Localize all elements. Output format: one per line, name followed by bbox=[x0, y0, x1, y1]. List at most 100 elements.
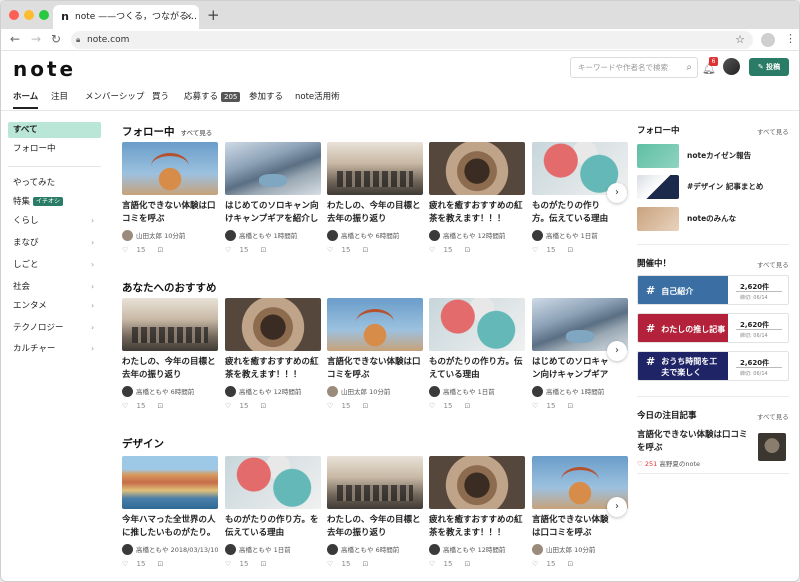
like-button[interactable]: ♡ 15 bbox=[122, 560, 151, 568]
like-button[interactable]: ♡ 15 bbox=[532, 560, 561, 568]
see-all-link[interactable]: すべて見る bbox=[181, 129, 213, 137]
bookmark-icon[interactable]: ⊡ bbox=[567, 246, 573, 254]
article-title[interactable]: 言語化できない体験は口コミを呼ぶ bbox=[327, 356, 423, 382]
bookmark-icon[interactable]: ⊡ bbox=[567, 402, 573, 410]
like-button[interactable]: ♡ 15 bbox=[532, 402, 561, 410]
article-thumbnail[interactable] bbox=[225, 456, 321, 509]
bookmark-icon[interactable]: ⊡ bbox=[260, 246, 266, 254]
note-logo[interactable]: note bbox=[13, 57, 76, 81]
article-card[interactable]: わたしの、今年の目標と去年の振り返り 高橋ともや 6時間前 ♡ 15 ⊡ bbox=[327, 142, 423, 256]
article-card[interactable]: ものがたりの作り方。伝えている理由 高橋ともや 1日前 ♡ 15 ⊡ bbox=[532, 142, 628, 256]
sidebar-item-tried[interactable]: やってみた bbox=[13, 177, 55, 189]
nav-tab-membership[interactable]: メンバーシップ bbox=[85, 87, 144, 107]
article-thumbnail[interactable] bbox=[429, 142, 525, 195]
carousel-next-button[interactable]: › bbox=[607, 341, 627, 361]
article-author[interactable]: 高橋ともや 1時間前 bbox=[225, 230, 321, 242]
sidebar-item-entertainment[interactable]: エンタメ bbox=[13, 300, 47, 312]
nav-tab-apply[interactable]: 応募する 205 bbox=[184, 87, 241, 107]
browser-profile-avatar[interactable] bbox=[761, 33, 775, 47]
article-author[interactable]: 高橋ともや 12時間前 bbox=[225, 386, 321, 398]
article-thumbnail[interactable] bbox=[122, 298, 218, 351]
post-button[interactable]: ✎ 投稿 bbox=[749, 58, 789, 76]
hot-see-all-link[interactable]: すべて見る bbox=[757, 411, 789, 421]
article-card[interactable]: ものがたりの作り方。を伝えている理由 高橋ともや 1日前 ♡ 15 ⊡ bbox=[225, 456, 321, 570]
like-button[interactable]: ♡ 15 bbox=[429, 246, 458, 254]
article-author[interactable]: 高橋ともや 6時間前 bbox=[122, 386, 218, 398]
right-see-all-link[interactable]: すべて見る bbox=[757, 126, 789, 136]
tab-close-icon[interactable]: × bbox=[185, 5, 193, 29]
minimize-window-button[interactable] bbox=[24, 10, 34, 20]
article-title[interactable]: 疲れを癒すおすすめの紅茶を教えます！！！ bbox=[429, 200, 525, 226]
sidebar-item-following[interactable]: フォロー中 bbox=[13, 143, 56, 155]
article-title[interactable]: ものがたりの作り方。を伝えている理由 bbox=[225, 514, 321, 540]
events-see-all-link[interactable]: すべて見る bbox=[757, 259, 789, 269]
article-thumbnail[interactable] bbox=[327, 142, 423, 195]
article-author[interactable]: 山田太郎 10分前 bbox=[327, 386, 423, 398]
article-card[interactable]: ものがたりの作り方。伝えている理由 高橋ともや 1日前 ♡ 15 ⊡ bbox=[429, 298, 525, 412]
sidebar-item-society[interactable]: 社会 bbox=[13, 281, 30, 293]
article-author[interactable]: 高橋ともや 1日前 bbox=[225, 544, 321, 556]
bookmark-star-icon[interactable]: ☆ bbox=[735, 31, 745, 49]
browser-menu-icon[interactable]: ⋮ bbox=[785, 31, 796, 47]
sidebar-item-all[interactable]: すべて bbox=[13, 124, 38, 136]
article-title[interactable]: はじめてのソロキャン向けキャンプギアを紹介します bbox=[532, 356, 612, 382]
bookmark-icon[interactable]: ⊡ bbox=[464, 246, 470, 254]
like-button[interactable]: ♡ 15 bbox=[122, 402, 151, 410]
article-title[interactable]: 疲れを癒すおすすめの紅茶を教えます！！！ bbox=[225, 356, 321, 382]
article-thumbnail[interactable] bbox=[122, 142, 218, 195]
like-button[interactable]: ♡ 15 bbox=[122, 246, 151, 254]
article-card[interactable]: 言語化できない体験は口コミを呼ぶ 山田太郎 10分前 ♡ 15 ⊡ bbox=[122, 142, 218, 256]
article-card[interactable]: 言語化できない体験は口コミを呼ぶ 山田太郎 10分前 ♡ 15 ⊡ bbox=[327, 298, 423, 412]
article-title[interactable]: 疲れを癒すおすすめの紅茶を教えます！！！ bbox=[429, 514, 525, 540]
article-card[interactable]: 疲れを癒すおすすめの紅茶を教えます！！！ 高橋ともや 12時間前 ♡ 15 ⊡ bbox=[429, 142, 525, 256]
sidebar-item-life[interactable]: くらし bbox=[13, 215, 39, 227]
nav-tab-buy[interactable]: 買う bbox=[152, 87, 169, 107]
article-thumbnail[interactable] bbox=[327, 456, 423, 509]
article-author[interactable]: 山田太郎 10分前 bbox=[532, 544, 612, 556]
article-author[interactable]: 高橋ともや 1日前 bbox=[429, 386, 525, 398]
nav-tab-featured[interactable]: 注目 bbox=[51, 87, 68, 107]
bookmark-icon[interactable]: ⊡ bbox=[464, 560, 470, 568]
article-card[interactable]: わたしの、今年の目標と去年の振り返り 高橋ともや 6時間前 ♡ 15 ⊡ bbox=[122, 298, 218, 412]
like-button[interactable]: ♡ 15 bbox=[225, 560, 254, 568]
forward-arrow-icon[interactable]: → bbox=[31, 31, 41, 47]
carousel-next-button[interactable]: › bbox=[607, 183, 627, 203]
article-author[interactable]: 高橋ともや 1時間前 bbox=[532, 386, 612, 398]
sidebar-item-learning[interactable]: まなび bbox=[13, 237, 39, 249]
article-card[interactable]: はじめてのソロキャン向けキャンプギアを紹介します高橋ともや 1時間前 ♡ 15 ⊡ bbox=[532, 298, 628, 412]
like-button[interactable]: ♡ 15 bbox=[429, 560, 458, 568]
address-bar[interactable]: 🔒︎ note.com ☆ bbox=[71, 31, 753, 49]
hot-article-title[interactable]: 言語化できない体験は口コミを呼ぶ bbox=[637, 429, 749, 455]
article-author[interactable]: 高橋ともや 1日前 bbox=[532, 230, 612, 242]
bookmark-icon[interactable]: ⊡ bbox=[157, 560, 163, 568]
article-card[interactable]: わたしの、今年の目標と去年の振り返り 高橋ともや 6時間前 ♡ 15 ⊡ bbox=[327, 456, 423, 570]
bookmark-icon[interactable]: ⊡ bbox=[464, 402, 470, 410]
nav-tab-join[interactable]: 参加する bbox=[249, 87, 283, 107]
event-tag-card[interactable]: # わたしの推し記事 2,620件 締切: 06/14 bbox=[637, 313, 789, 343]
close-window-button[interactable] bbox=[9, 10, 19, 20]
reload-icon[interactable]: ↻ bbox=[51, 31, 61, 47]
sidebar-item-feature[interactable]: 特集 イチオシ bbox=[13, 196, 64, 208]
bookmark-icon[interactable]: ⊡ bbox=[157, 246, 163, 254]
article-author[interactable]: 高橋ともや 2018/03/13/10 bbox=[122, 544, 218, 556]
new-tab-button[interactable]: + bbox=[207, 6, 220, 24]
article-title[interactable]: わたしの、今年の目標と去年の振り返り bbox=[327, 200, 423, 226]
like-button[interactable]: ♡ 15 bbox=[327, 402, 356, 410]
user-avatar[interactable] bbox=[723, 58, 740, 75]
article-author[interactable]: 山田太郎 10分前 bbox=[122, 230, 218, 242]
carousel-next-button[interactable]: › bbox=[607, 497, 627, 517]
article-thumbnail[interactable] bbox=[225, 142, 321, 195]
article-thumbnail[interactable] bbox=[429, 298, 525, 351]
article-title[interactable]: 言語化できない体験は口コミを呼ぶ bbox=[532, 514, 612, 540]
maximize-window-button[interactable] bbox=[39, 10, 49, 20]
bookmark-icon[interactable]: ⊡ bbox=[567, 560, 573, 568]
like-button[interactable]: ♡ 15 bbox=[327, 560, 356, 568]
like-button[interactable]: ♡ 15 bbox=[327, 246, 356, 254]
article-author[interactable]: 高橋ともや 12時間前 bbox=[429, 544, 525, 556]
search-input[interactable]: キーワードや作者名で検索 ⌕ bbox=[570, 57, 698, 78]
article-card[interactable]: はじめてのソロキャン向けキャンプギアを紹介します高橋ともや 1時間前 ♡ 15 ⊡ bbox=[225, 142, 321, 256]
like-button[interactable]: ♡ 15 bbox=[225, 246, 254, 254]
back-arrow-icon[interactable]: ← bbox=[10, 31, 20, 47]
article-author[interactable]: 高橋ともや 6時間前 bbox=[327, 230, 423, 242]
article-title[interactable]: 今年ハマった全世界の人に推したいものがたり。 bbox=[122, 514, 218, 540]
